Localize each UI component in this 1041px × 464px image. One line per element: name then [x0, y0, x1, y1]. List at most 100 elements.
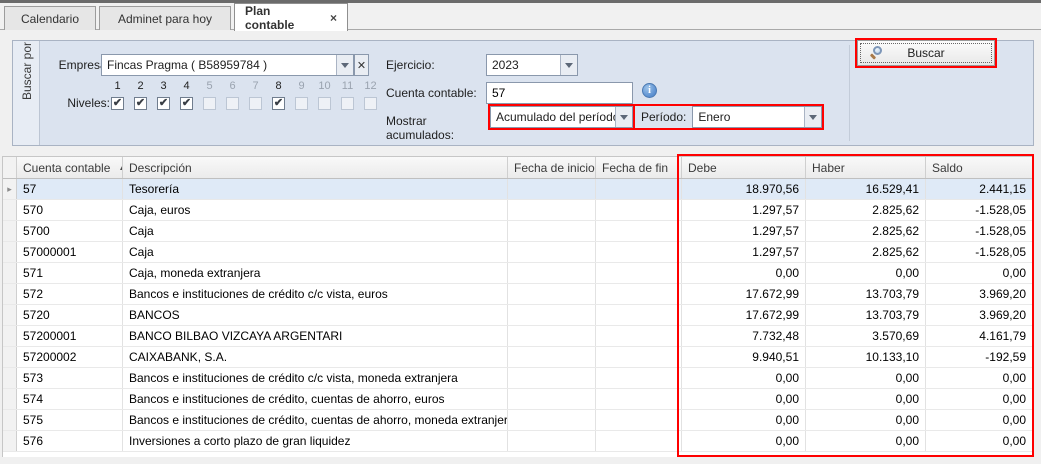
cell-haber[interactable]: 10.133,10 — [806, 347, 926, 367]
cell-saldo[interactable]: 0,00 — [926, 431, 1033, 451]
cell-desc[interactable]: Caja, euros — [123, 200, 508, 220]
cell-haber[interactable]: 13.703,79 — [806, 284, 926, 304]
cell-fin[interactable] — [596, 389, 682, 409]
cell-fin[interactable] — [596, 410, 682, 430]
cell-inicio[interactable] — [508, 200, 596, 220]
row-selector-cell[interactable] — [3, 431, 17, 451]
selected-row-marker[interactable]: ▸ — [3, 179, 17, 199]
search-panel-side-tab[interactable]: Buscar por — [13, 41, 40, 145]
column-header-haber[interactable]: Haber — [806, 157, 926, 178]
table-row[interactable]: 575 Bancos e instituciones de crédito, cu… — [3, 410, 1033, 431]
cell-cuenta[interactable]: 5700 — [17, 221, 123, 241]
cell-fin[interactable] — [596, 431, 682, 451]
periodo-dropdown-button[interactable] — [804, 107, 821, 127]
cell-inicio[interactable] — [508, 305, 596, 325]
table-row[interactable]: 574 Bancos e instituciones de crédito, cu… — [3, 389, 1033, 410]
cell-cuenta[interactable]: 57200002 — [17, 347, 123, 367]
tab-calendario[interactable]: Calendario — [4, 6, 96, 30]
cell-haber[interactable]: 0,00 — [806, 368, 926, 388]
cell-inicio[interactable] — [508, 263, 596, 283]
periodo-combobox[interactable]: Enero — [692, 106, 822, 128]
info-icon[interactable]: i — [642, 83, 657, 98]
cell-debe[interactable]: 1.297,57 — [682, 200, 806, 220]
cell-haber[interactable]: 3.570,69 — [806, 326, 926, 346]
cell-debe[interactable]: 18.970,56 — [682, 179, 806, 199]
table-row[interactable]: 570 Caja, euros 1.297,57 2.825,62 -1.528,05 — [3, 200, 1033, 221]
table-row[interactable]: 572 Bancos e instituciones de crédito c/c… — [3, 284, 1033, 305]
cell-saldo[interactable]: 0,00 — [926, 368, 1033, 388]
cell-saldo[interactable]: 0,00 — [926, 263, 1033, 283]
cell-desc[interactable]: Bancos e instituciones de crédito c/c vi… — [123, 284, 508, 304]
cell-inicio[interactable] — [508, 410, 596, 430]
row-selector-cell[interactable] — [3, 284, 17, 304]
table-row[interactable]: 576 Inversiones a corto plazo de gran liq… — [3, 431, 1033, 452]
column-header-saldo[interactable]: Saldo — [926, 157, 1033, 178]
row-selector-cell[interactable] — [3, 326, 17, 346]
cell-haber[interactable]: 0,00 — [806, 263, 926, 283]
row-selector-cell[interactable] — [3, 305, 17, 325]
empresa-combobox[interactable]: Fincas Pragma ( B58959784 ) — [101, 54, 354, 76]
table-row[interactable]: 57200001 BANCO BILBAO VIZCAYA ARGENTARI 7.… — [3, 326, 1033, 347]
cell-haber[interactable]: 0,00 — [806, 431, 926, 451]
cell-cuenta[interactable]: 573 — [17, 368, 123, 388]
row-selector-cell[interactable] — [3, 389, 17, 409]
cell-haber[interactable]: 0,00 — [806, 389, 926, 409]
cell-inicio[interactable] — [508, 221, 596, 241]
row-selector-cell[interactable] — [3, 242, 17, 262]
table-row[interactable]: ▸ 57 Tesorería 18.970,56 16.529,41 2.441,15 — [3, 179, 1033, 200]
cell-desc[interactable]: BANCO BILBAO VIZCAYA ARGENTARI — [123, 326, 508, 346]
cell-desc[interactable]: BANCOS — [123, 305, 508, 325]
cell-saldo[interactable]: -1.528,05 — [926, 242, 1033, 262]
table-row[interactable]: 5720 BANCOS 17.672,99 13.703,79 3.969,20 — [3, 305, 1033, 326]
cell-fin[interactable] — [596, 200, 682, 220]
cell-debe[interactable]: 0,00 — [682, 368, 806, 388]
cell-cuenta[interactable]: 57000001 — [17, 242, 123, 262]
table-row[interactable]: 57200002 CAIXABANK, S.A. 9.940,51 10.133,10… — [3, 347, 1033, 368]
cell-haber[interactable]: 16.529,41 — [806, 179, 926, 199]
empresa-dropdown-button[interactable] — [336, 55, 353, 75]
cell-saldo[interactable]: 3.969,20 — [926, 305, 1033, 325]
cell-desc[interactable]: Caja — [123, 221, 508, 241]
row-selector-cell[interactable] — [3, 221, 17, 241]
cell-saldo[interactable]: -1.528,05 — [926, 221, 1033, 241]
cell-saldo[interactable]: -1.528,05 — [926, 200, 1033, 220]
cell-inicio[interactable] — [508, 242, 596, 262]
cell-desc[interactable]: Bancos e instituciones de crédito, cuent… — [123, 410, 508, 430]
cell-fin[interactable] — [596, 347, 682, 367]
cell-haber[interactable]: 13.703,79 — [806, 305, 926, 325]
cell-saldo[interactable]: 3.969,20 — [926, 284, 1033, 304]
cell-desc[interactable]: Tesorería — [123, 179, 508, 199]
cell-debe[interactable]: 7.732,48 — [682, 326, 806, 346]
cell-debe[interactable]: 17.672,99 — [682, 305, 806, 325]
cuenta-contable-input[interactable] — [486, 82, 633, 104]
cell-saldo[interactable]: 4.161,79 — [926, 326, 1033, 346]
cell-saldo[interactable]: -192,59 — [926, 347, 1033, 367]
ejercicio-dropdown-button[interactable] — [560, 55, 577, 75]
buscar-button[interactable]: Buscar — [857, 40, 995, 66]
empresa-clear-button[interactable]: ✕ — [354, 54, 369, 76]
mostrar-acumulados-combobox[interactable]: Acumulado del período — [490, 106, 633, 128]
cell-cuenta[interactable]: 576 — [17, 431, 123, 451]
tab-adminet-para-hoy[interactable]: Adminet para hoy — [99, 6, 231, 30]
cell-desc[interactable]: CAIXABANK, S.A. — [123, 347, 508, 367]
cell-desc[interactable]: Caja, moneda extranjera — [123, 263, 508, 283]
cell-saldo[interactable]: 2.441,15 — [926, 179, 1033, 199]
cell-inicio[interactable] — [508, 179, 596, 199]
cell-cuenta[interactable]: 57200001 — [17, 326, 123, 346]
ejercicio-combobox[interactable]: 2023 — [486, 54, 578, 76]
row-selector-cell[interactable] — [3, 368, 17, 388]
cell-debe[interactable]: 17.672,99 — [682, 284, 806, 304]
cell-inicio[interactable] — [508, 326, 596, 346]
level-checkbox[interactable]: ✔ — [272, 97, 285, 110]
column-header-inicio[interactable]: Fecha de inicio — [508, 157, 596, 178]
row-selector-cell[interactable] — [3, 263, 17, 283]
cell-desc[interactable]: Caja — [123, 242, 508, 262]
cell-fin[interactable] — [596, 242, 682, 262]
cell-debe[interactable]: 0,00 — [682, 410, 806, 430]
cell-fin[interactable] — [596, 326, 682, 346]
table-row[interactable]: 57000001 Caja 1.297,57 2.825,62 -1.528,05 — [3, 242, 1033, 263]
cell-cuenta[interactable]: 571 — [17, 263, 123, 283]
cell-inicio[interactable] — [508, 368, 596, 388]
close-tab-icon[interactable]: × — [330, 11, 337, 25]
level-checkbox[interactable]: ✔ — [134, 97, 147, 110]
